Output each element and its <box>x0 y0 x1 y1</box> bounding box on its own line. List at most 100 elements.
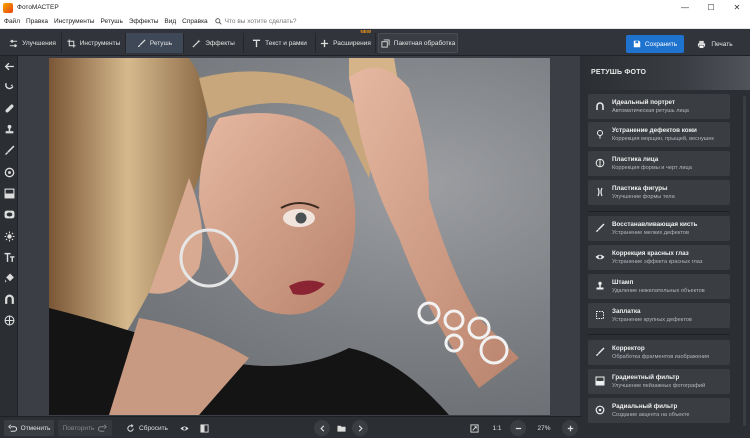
split-view-icon <box>199 423 209 433</box>
tab-text-frames[interactable]: Текст и рамки <box>244 33 316 53</box>
undo-button[interactable]: Отменить <box>4 420 54 436</box>
reset-button[interactable]: Сбросить <box>122 420 172 436</box>
ratio-label: 1:1 <box>492 424 502 432</box>
gradient-icon[interactable] <box>3 187 15 199</box>
fit-screen-icon <box>469 423 479 433</box>
reset-icon <box>127 423 134 432</box>
tab-label: Ретушь <box>149 39 173 47</box>
menu-help[interactable]: Справка <box>179 18 211 25</box>
menu-file[interactable]: Файл <box>0 18 23 25</box>
menu-retouch[interactable]: Ретушь <box>97 18 125 25</box>
fit-screen-button[interactable] <box>466 420 482 436</box>
compare-view-button[interactable] <box>176 420 192 436</box>
tab-retouch[interactable]: Ретушь <box>126 33 184 53</box>
bucket-icon[interactable] <box>3 272 15 284</box>
magic-wand-icon <box>192 38 201 48</box>
search-icon <box>214 18 222 25</box>
tool-corrector[interactable]: Корректор Обработка фрагментов изображен… <box>588 340 730 365</box>
save-button[interactable]: Сохранить <box>626 35 684 53</box>
brush-icon[interactable] <box>3 144 15 156</box>
brush-icon <box>137 38 146 47</box>
before-after-button[interactable] <box>196 420 212 436</box>
minus-icon <box>515 427 521 429</box>
panel-header: РЕТУШЬ ФОТО <box>582 56 750 90</box>
tab-extensions[interactable]: Расширения NEW <box>316 29 376 53</box>
tool-ideal-portrait[interactable]: Идеальный портрет Автоматическая ретушь … <box>588 94 730 119</box>
magnet-icon[interactable] <box>3 293 15 305</box>
face-icon <box>595 158 605 168</box>
menu-tools[interactable]: Инструменты <box>51 18 98 25</box>
batch-processing-button[interactable]: Пакетная обработка <box>378 33 458 53</box>
menu-search[interactable]: Что вы хотите сделать? <box>214 18 297 25</box>
portrait-photo <box>49 58 519 415</box>
tool-gradient-filter[interactable]: Градиентный фильтр Улучшение пейзажных ф… <box>588 369 730 394</box>
menu-edit[interactable]: Правка <box>23 18 51 25</box>
tab-label: Инструменты <box>79 39 121 47</box>
tool-face-plastic[interactable]: Пластика лица Коррекция формы и черт лиц… <box>588 151 730 176</box>
tab-label: Эффекты <box>205 39 235 47</box>
print-button[interactable]: Печать <box>690 35 740 53</box>
tool-healing-brush[interactable]: Восстанавливающая кисть Устранение мелки… <box>588 216 730 241</box>
wrench-icon[interactable] <box>3 80 15 92</box>
print-label: Печать <box>711 40 733 48</box>
radial-filter-icon <box>595 405 605 415</box>
tool-skin-defects[interactable]: Устранение дефектов кожи Коррекция морщи… <box>588 122 730 147</box>
tool-red-eye[interactable]: Коррекция красных глаз Устранение эффект… <box>588 245 730 270</box>
globe-icon[interactable] <box>3 314 15 326</box>
window-title: ФотоМАСТЕР <box>17 4 59 11</box>
undo-label: Отменить <box>20 424 51 432</box>
canvas-area[interactable] <box>18 56 580 416</box>
tab-tools[interactable]: Инструменты <box>62 33 126 53</box>
save-label: Сохранить <box>644 40 678 48</box>
batch-icon <box>381 38 390 48</box>
tab-label: Текст и рамки <box>265 39 307 47</box>
actual-size-button[interactable]: 1:1 <box>488 420 506 436</box>
panel-scrollbar[interactable] <box>743 96 746 426</box>
reset-label: Сбросить <box>139 424 168 432</box>
tool-patch[interactable]: Заплатка Устранение крупных дефектов <box>588 303 730 328</box>
bandage-icon[interactable] <box>3 102 15 114</box>
tool-figure-plastic[interactable]: Пластика фигуры Улучшение формы тела <box>588 180 730 205</box>
vignette-icon[interactable] <box>3 208 15 220</box>
corrector-brush-icon <box>596 347 605 356</box>
prev-image-button[interactable] <box>314 420 330 436</box>
tool-stamp[interactable]: Штамп Удаление нежелательных объектов <box>588 274 730 299</box>
zoom-in-button[interactable] <box>562 420 578 436</box>
tool-title: Пластика лица <box>612 156 659 163</box>
close-icon[interactable]: ✕ <box>724 0 750 15</box>
radial-icon[interactable] <box>3 166 15 178</box>
tool-subtitle: Устранение крупных дефектов <box>612 317 692 323</box>
redo-button[interactable]: Повторить <box>58 420 112 436</box>
eye-icon <box>179 425 189 431</box>
open-folder-button[interactable] <box>333 420 349 436</box>
search-placeholder: Что вы хотите сделать? <box>224 18 297 25</box>
photo-image[interactable] <box>49 58 550 415</box>
tool-title: Коррекция красных глаз <box>612 250 689 257</box>
sun-icon[interactable] <box>3 230 15 242</box>
tool-title: Корректор <box>612 345 645 352</box>
eye-icon <box>595 254 605 260</box>
minimize-icon[interactable]: — <box>672 0 698 15</box>
title-bar: ФотоМАСТЕР — ☐ ✕ <box>0 0 750 15</box>
text-icon[interactable] <box>3 251 15 263</box>
chevron-left-icon <box>319 424 324 432</box>
crop-icon <box>67 38 76 48</box>
zoom-out-button[interactable] <box>510 420 526 436</box>
stamp-icon[interactable] <box>3 123 15 135</box>
tab-improvements[interactable]: Улучшения <box>4 33 62 53</box>
menu-effects[interactable]: Эффекты <box>126 18 162 25</box>
maximize-icon[interactable]: ☐ <box>698 0 724 15</box>
tool-title: Штамп <box>612 279 634 286</box>
tool-radial-filter[interactable]: Радиальный фильтр Создание акцента на об… <box>588 398 730 423</box>
sliders-icon <box>10 39 18 47</box>
back-arrow-icon[interactable] <box>3 60 15 72</box>
plus-icon <box>320 39 329 47</box>
next-image-button[interactable] <box>352 420 368 436</box>
zoom-level: 27% <box>532 420 556 436</box>
tool-subtitle: Улучшение пейзажных фотографий <box>612 383 706 389</box>
menu-view[interactable]: Вид <box>161 18 179 25</box>
app-logo-icon <box>3 2 13 13</box>
tool-title: Радиальный фильтр <box>612 403 678 410</box>
text-icon <box>253 39 261 47</box>
tab-effects[interactable]: Эффекты <box>184 33 244 53</box>
